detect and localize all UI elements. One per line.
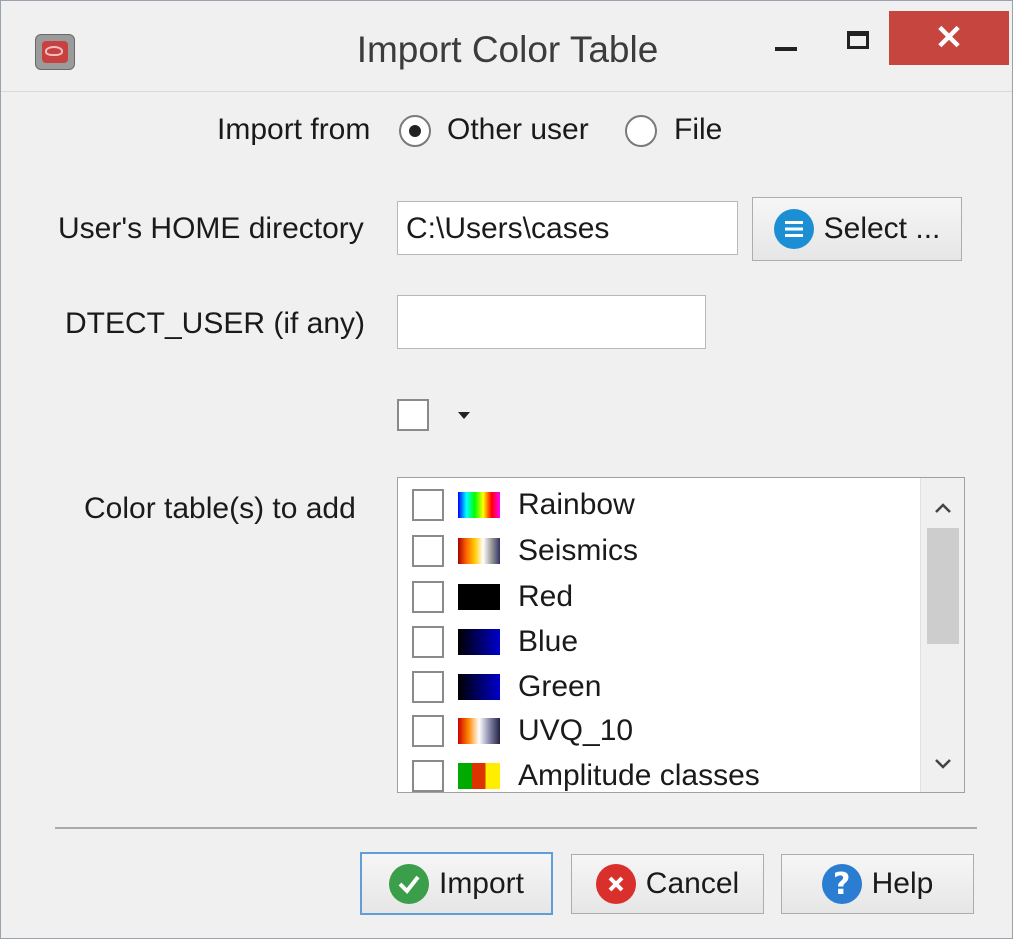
list-item[interactable]: Amplitude classes: [412, 753, 760, 792]
list-item[interactable]: Seismics: [412, 528, 638, 574]
color-swatch: [458, 538, 500, 564]
separator: [55, 827, 977, 829]
color-swatch: [458, 763, 500, 789]
chevron-down-icon[interactable]: [458, 412, 470, 419]
select-button-label: Select ...: [823, 212, 941, 245]
list-item[interactable]: Rainbow: [412, 482, 635, 528]
item-checkbox[interactable]: [412, 489, 444, 521]
item-checkbox[interactable]: [412, 581, 444, 613]
item-label: UVQ_10: [518, 714, 634, 747]
color-swatch: [458, 674, 500, 700]
home-directory-input[interactable]: C:\Users\cases: [397, 201, 738, 255]
item-label: Amplitude classes: [518, 759, 760, 792]
close-icon: ✕: [934, 19, 964, 57]
close-button[interactable]: ✕: [889, 11, 1009, 65]
help-icon: ?: [821, 864, 862, 904]
scrollbar-thumb[interactable]: [927, 528, 959, 644]
import-button[interactable]: Import: [360, 852, 553, 915]
item-checkbox[interactable]: [412, 626, 444, 658]
cancel-icon: [595, 864, 636, 904]
cancel-button[interactable]: Cancel: [571, 854, 764, 914]
home-directory-label: User's HOME directory: [58, 212, 364, 245]
radio-selected-dot: [409, 125, 421, 137]
dtect-user-input[interactable]: [397, 295, 706, 349]
color-swatch: [458, 492, 500, 518]
item-label: Red: [518, 580, 574, 613]
color-swatch: [458, 584, 500, 610]
import-color-table-dialog: Import Color Table ✕ Import from Other u…: [0, 0, 1013, 939]
select-all-checkbox[interactable]: [397, 399, 429, 431]
maximize-icon: [847, 31, 869, 49]
radio-file[interactable]: [625, 115, 657, 147]
color-tables-label: Color table(s) to add: [84, 492, 356, 525]
select-button[interactable]: Select ...: [752, 197, 962, 261]
cancel-button-label: Cancel: [645, 867, 740, 900]
item-label: Seismics: [518, 534, 639, 567]
minimize-icon: [775, 47, 797, 51]
import-from-label: Import from: [217, 113, 371, 146]
item-checkbox[interactable]: [412, 715, 444, 747]
item-label: Green: [518, 670, 602, 703]
help-button[interactable]: ? Help: [781, 854, 974, 914]
list-item[interactable]: Blue: [412, 619, 578, 665]
color-swatch: [458, 718, 500, 744]
item-label: Rainbow: [518, 488, 635, 521]
item-checkbox[interactable]: [412, 535, 444, 567]
title-bar: Import Color Table ✕: [1, 1, 1012, 92]
color-swatch: [458, 629, 500, 655]
list-item[interactable]: Green: [412, 664, 601, 710]
import-button-label: Import: [438, 866, 525, 900]
help-button-label: Help: [871, 867, 934, 900]
item-checkbox[interactable]: [412, 760, 444, 792]
list-icon: [773, 209, 814, 249]
item-checkbox[interactable]: [412, 671, 444, 703]
list-scrollbar[interactable]: [920, 478, 964, 792]
minimize-button[interactable]: [761, 15, 811, 65]
scroll-up-icon[interactable]: [921, 488, 964, 528]
radio-other-user-label[interactable]: Other user: [447, 113, 589, 147]
maximize-button[interactable]: [833, 15, 883, 65]
checkmark-icon: [388, 863, 429, 904]
list-item[interactable]: Red: [412, 574, 573, 620]
item-label: Blue: [518, 625, 579, 658]
radio-file-label[interactable]: File: [674, 113, 722, 147]
color-table-list: Rainbow Seismics Red Blue Green UVQ_10 A…: [397, 477, 965, 793]
list-item[interactable]: UVQ_10: [412, 708, 633, 754]
dtect-user-label: DTECT_USER (if any): [65, 307, 366, 340]
scroll-down-icon[interactable]: [921, 744, 964, 784]
radio-other-user[interactable]: [399, 115, 431, 147]
